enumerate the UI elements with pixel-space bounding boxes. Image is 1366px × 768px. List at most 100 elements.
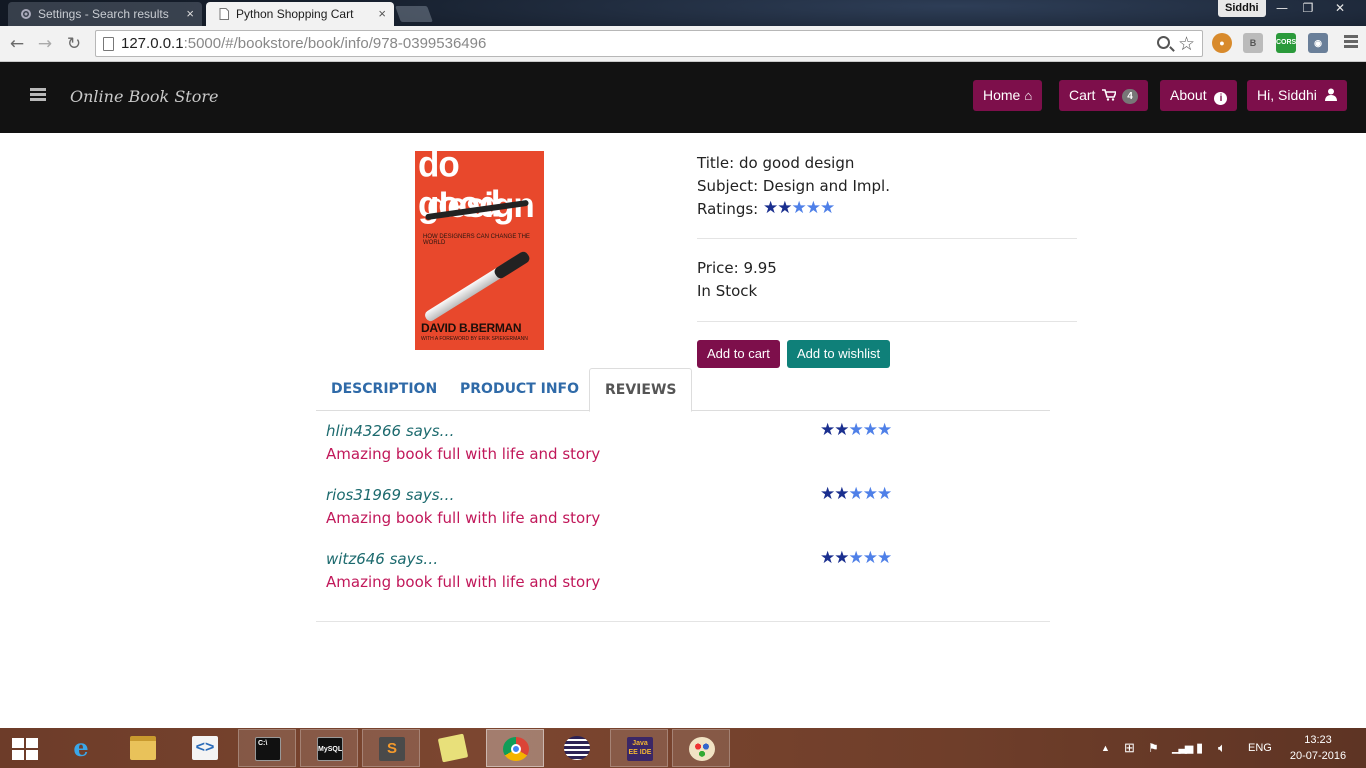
show-hidden-icons[interactable]: ▲ — [1101, 728, 1110, 768]
clock[interactable]: 13:23 20-07-2016 — [1284, 732, 1352, 764]
star-empty-icon: ★ — [862, 420, 878, 440]
about-button[interactable]: About i — [1160, 80, 1238, 111]
code-editor-icon: <> — [192, 736, 218, 760]
cart-count-badge: 4 — [1122, 89, 1138, 104]
minimize-button[interactable]: — — [1268, 0, 1296, 18]
extension-b-icon[interactable]: B — [1243, 33, 1263, 53]
cart-icon — [1102, 89, 1118, 101]
sticky-notes-icon — [437, 733, 469, 763]
tab-python-shopping-cart[interactable]: Python Shopping Cart × — [206, 2, 394, 26]
star-filled-icon: ★ — [834, 420, 849, 440]
close-tab-icon[interactable]: × — [378, 2, 386, 26]
gear-icon — [21, 9, 31, 19]
tab-strip: Settings - Search results × Python Shopp… — [0, 0, 1366, 26]
address-bar[interactable]: 127.0.0.1:5000/#/bookstore/book/info/978… — [95, 30, 1203, 57]
bookmark-star-icon[interactable]: ☆ — [1178, 32, 1195, 56]
book-ratings-line: Ratings: ★★★★★ — [697, 198, 835, 218]
review-item: witz646 says… Amazing book full with lif… — [326, 548, 1026, 598]
tab-settings[interactable]: Settings - Search results × — [8, 2, 202, 26]
taskbar-internet-explorer[interactable]: e — [52, 729, 110, 767]
forward-icon[interactable]: → — [34, 33, 56, 55]
stock-status: In Stock — [697, 282, 758, 300]
star-empty-icon: ★ — [862, 484, 878, 504]
tab-product-info[interactable]: PRODUCT INFO — [445, 368, 594, 411]
price-block: Price: 9.95 In Stock — [697, 257, 777, 303]
close-tab-icon[interactable]: × — [186, 2, 194, 26]
taskbar-mysql[interactable]: MySQL — [300, 729, 358, 767]
star-empty-icon: ★ — [805, 198, 821, 218]
windows-start-icon[interactable] — [12, 738, 38, 760]
tab-label: Python Shopping Cart — [236, 7, 354, 21]
back-icon[interactable]: ← — [6, 33, 28, 55]
star-empty-icon: ★ — [820, 198, 835, 218]
review-text: Amazing book full with life and story — [326, 573, 601, 591]
taskbar-sticky-notes[interactable] — [424, 729, 482, 767]
review-user: hlin43266 says… — [326, 422, 455, 440]
taskbar-java-ee-ide[interactable]: Java EE IDE — [610, 729, 668, 767]
detail-tabs: DESCRIPTION PRODUCT INFO REVIEWS — [316, 368, 1050, 412]
taskbar-code-editor[interactable]: <> — [176, 729, 234, 767]
browser-toolbar: ← → ↻ 127.0.0.1:5000/#/bookstore/book/in… — [0, 26, 1366, 62]
extension-eye-icon[interactable]: ◉ — [1308, 33, 1328, 53]
add-to-wishlist-button[interactable]: Add to wishlist — [787, 340, 891, 368]
star-empty-icon: ★ — [877, 420, 892, 440]
book-title-line: Title: do good design — [697, 154, 855, 172]
star-filled-icon: ★ — [763, 198, 778, 218]
taskbar-chrome[interactable] — [486, 729, 544, 767]
user-icon — [1324, 88, 1337, 101]
star-filled-icon: ★ — [834, 548, 849, 568]
paint-palette-icon — [689, 737, 715, 761]
internet-explorer-icon: e — [73, 733, 89, 762]
volume-icon[interactable]: 🔈︎ — [1218, 728, 1226, 768]
restore-button[interactable]: ❐ — [1294, 0, 1322, 18]
star-filled-icon: ★ — [820, 420, 835, 440]
taskbar-paint[interactable] — [672, 729, 730, 767]
brand[interactable]: Online Book Store — [70, 84, 218, 110]
java-ee-ide-icon: Java EE IDE — [627, 737, 653, 761]
clock-date: 20-07-2016 — [1289, 750, 1347, 762]
reload-icon[interactable]: ↻ — [63, 33, 85, 55]
network-signal-icon[interactable]: ▁▃▅ — [1172, 728, 1193, 768]
menu-toggle-icon[interactable] — [30, 88, 46, 103]
page-icon — [219, 8, 229, 20]
star-filled-icon: ★ — [834, 484, 849, 504]
close-window-button[interactable]: ✕ — [1324, 0, 1356, 18]
tab-label: Settings - Search results — [38, 7, 169, 21]
book-subject: Design and Impl. — [762, 177, 890, 195]
app-navbar: Online Book Store Home ⌂ Cart 4 About i H… — [0, 62, 1366, 133]
cover-marker-cap — [492, 249, 532, 281]
windows-taskbar: e <> C:\ MySQL S Java EE IDE ▲ ⊞ ⚑ ▁▃▅ ▮… — [0, 728, 1366, 768]
battery-icon[interactable]: ▮ — [1196, 728, 1203, 768]
review-item: rios31969 says… Amazing book full with l… — [326, 484, 1026, 534]
review-text: Amazing book full with life and story — [326, 445, 601, 463]
info-icon: i — [1214, 92, 1228, 105]
user-menu-button[interactable]: Hi, Siddhi — [1247, 80, 1347, 111]
taskbar-command-prompt[interactable]: C:\ — [238, 729, 296, 767]
url-text[interactable]: 127.0.0.1:5000/#/bookstore/book/info/978… — [121, 31, 486, 56]
review-rating-stars: ★★★★★ — [820, 420, 892, 440]
chrome-icon — [503, 737, 529, 761]
cart-button[interactable]: Cart 4 — [1059, 80, 1148, 111]
action-center-icon[interactable]: ⊞ — [1124, 728, 1135, 768]
new-tab-button[interactable] — [395, 6, 433, 22]
language-indicator[interactable]: ENG — [1248, 728, 1272, 768]
tab-reviews[interactable]: REVIEWS — [589, 368, 693, 412]
star-empty-icon: ★ — [848, 484, 864, 504]
taskbar-eclipse[interactable] — [548, 729, 606, 767]
divider — [316, 621, 1050, 622]
star-empty-icon: ★ — [862, 548, 878, 568]
taskbar-sublime-text[interactable]: S — [362, 729, 420, 767]
tab-description[interactable]: DESCRIPTION — [316, 368, 452, 411]
profile-badge[interactable]: Siddhi — [1218, 0, 1266, 17]
taskbar-file-explorer[interactable] — [114, 729, 172, 767]
home-button[interactable]: Home ⌂ — [973, 80, 1043, 111]
extension-cors-icon[interactable]: CORS — [1276, 33, 1296, 53]
review-rating-stars: ★★★★★ — [820, 548, 892, 568]
zoom-icon[interactable] — [1157, 36, 1170, 49]
flag-icon[interactable]: ⚑ — [1148, 728, 1159, 768]
extension-brain-icon[interactable]: ● — [1212, 33, 1232, 53]
mysql-icon: MySQL — [317, 737, 343, 761]
chrome-menu-icon[interactable] — [1344, 35, 1358, 50]
add-to-cart-button[interactable]: Add to cart — [697, 340, 780, 368]
star-empty-icon: ★ — [877, 548, 892, 568]
